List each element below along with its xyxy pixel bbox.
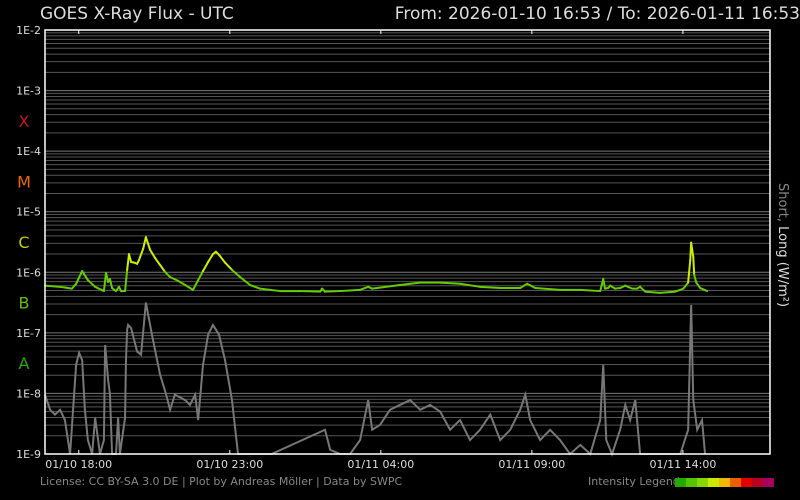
series-long-segment bbox=[534, 287, 562, 291]
series-long-segment bbox=[602, 277, 607, 290]
series-long-segment bbox=[127, 253, 133, 263]
intensity-legend-swatches bbox=[675, 478, 774, 487]
flare-class-A: A bbox=[19, 354, 30, 373]
license-text: License: CC BY-SA 3.0 DE | Plot by Andre… bbox=[40, 475, 403, 488]
intensity-legend-label: Intensity Legend bbox=[588, 475, 680, 488]
y-tick-label: 1E-5 bbox=[16, 206, 41, 219]
y-tick-label: 1E-7 bbox=[16, 327, 41, 340]
xray-flux-chart: 1E-2 1E-3 1E-4 1E-5 1E-6 1E-7 1E-8 1E-9 X M C B A 01/… bbox=[16, 24, 771, 471]
x-tick-label: 01/11 14:00 bbox=[649, 458, 716, 471]
legend-swatch bbox=[730, 478, 741, 487]
series-long-segment bbox=[659, 290, 677, 294]
series-long-segment bbox=[359, 285, 370, 291]
series-long-segment bbox=[153, 256, 162, 267]
series-long-segment bbox=[124, 268, 129, 293]
series-long-segment bbox=[687, 259, 692, 284]
flare-class-X: X bbox=[19, 112, 30, 131]
legend-swatch bbox=[708, 478, 719, 487]
y-tick-label: 1E-2 bbox=[16, 24, 41, 37]
legend-swatch bbox=[719, 478, 730, 487]
legend-swatch bbox=[763, 478, 774, 487]
series-long-segment bbox=[207, 253, 214, 263]
series-long-segment bbox=[218, 254, 227, 264]
series-long-segment bbox=[44, 284, 62, 288]
y-tick-label: 1E-6 bbox=[16, 266, 41, 279]
flare-class-M: M bbox=[17, 172, 31, 191]
legend-swatch bbox=[697, 478, 708, 487]
series-long-segment bbox=[159, 264, 166, 273]
series-long-segment bbox=[479, 285, 502, 290]
series-long-segment bbox=[224, 261, 233, 271]
legend-swatch bbox=[741, 478, 752, 487]
y-tick-label: 1E-9 bbox=[16, 448, 41, 461]
y-tick-label: 1E-4 bbox=[16, 145, 41, 158]
y-label-short: Short, bbox=[775, 183, 790, 223]
series-long-segment bbox=[298, 290, 322, 293]
series-short-line bbox=[44, 302, 707, 457]
series-long-segment bbox=[108, 277, 114, 290]
series-long-segment bbox=[398, 281, 422, 287]
series-long-segment bbox=[230, 268, 242, 279]
x-tick-label: 01/11 09:00 bbox=[498, 458, 565, 471]
flare-class-B: B bbox=[19, 294, 30, 313]
series-long-segment bbox=[644, 290, 662, 294]
x-tick-label: 01/11 04:00 bbox=[347, 458, 414, 471]
y-label-long: Long (W/m²) bbox=[775, 226, 790, 308]
legend-swatch bbox=[752, 478, 763, 487]
series-long-segment bbox=[59, 285, 73, 290]
series-long-segment bbox=[674, 287, 685, 293]
series-long-segment bbox=[579, 288, 602, 293]
legend-swatch bbox=[675, 478, 686, 487]
series-long-segment bbox=[201, 260, 210, 273]
y-axis-label: Short, Long (W/m²) bbox=[775, 183, 790, 307]
series-long-segment bbox=[324, 290, 342, 293]
x-tick-label: 01/10 18:00 bbox=[45, 458, 112, 471]
x-tick-label: 01/10 23:00 bbox=[196, 458, 263, 471]
y-tick-label: 1E-8 bbox=[16, 387, 41, 400]
y-tick-label: 1E-3 bbox=[16, 85, 41, 98]
flare-class-C: C bbox=[18, 233, 29, 252]
series-long-segment bbox=[439, 281, 462, 285]
legend-swatch bbox=[686, 478, 697, 487]
series-long-segment bbox=[339, 288, 362, 293]
series-long-segment bbox=[692, 256, 696, 276]
